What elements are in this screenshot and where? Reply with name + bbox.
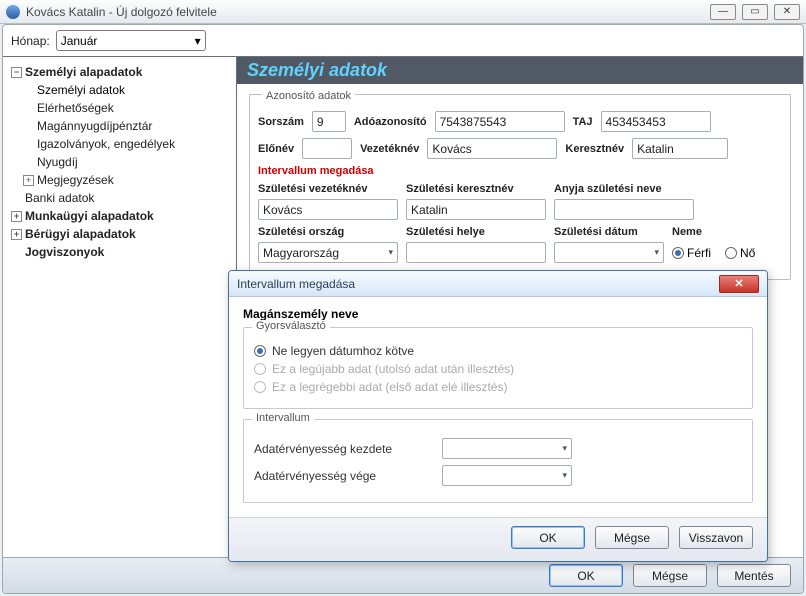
sorszam-field[interactable]: 9 [312,111,346,132]
expand-icon[interactable]: + [23,175,34,186]
keresztnev-field[interactable]: Katalin [632,138,728,159]
szul-datum-field[interactable]: ▾ [554,242,664,263]
keresztnev-label: Keresztnév [565,143,624,155]
chevron-down-icon: ▾ [654,247,659,258]
szul-datum-label: Születési dátum [554,226,664,238]
neme-label: Neme [672,226,722,238]
anyja-neve-field[interactable] [554,199,694,220]
main-cancel-button[interactable]: Mégse [633,564,707,587]
szul-orszag-label: Születési ország [258,226,398,238]
neme-no-radio[interactable]: Nő [725,246,755,260]
elonev-field[interactable] [302,138,352,159]
vege-label: Adatérvényesség vége [254,469,434,483]
gyorsvalaszto-group: Gyorsválasztó Ne legyen dátumhoz kötve E… [243,327,753,409]
elonev-label: Előnév [258,143,294,155]
dialog-close-button[interactable]: ✕ [719,275,759,293]
szul-keresztnev-field[interactable]: Katalin [406,199,546,220]
tree-item-szemelyi-adatok[interactable]: Személyi adatok [7,81,232,99]
tree-node-jogviszonyok[interactable]: Jogviszonyok [7,243,232,261]
chevron-down-icon: ▾ [562,443,567,454]
window-maximize-button[interactable]: ▭ [742,4,768,20]
window-minimize-button[interactable]: — [710,4,736,20]
radio-dot-icon [254,363,266,375]
group-legend: Gyorsválasztó [252,320,330,332]
kezdete-label: Adatérvényesség kezdete [254,442,434,456]
expand-icon[interactable]: + [11,211,22,222]
dialog-cancel-button[interactable]: Mégse [595,526,669,549]
nav-tree: −Személyi alapadatok Személyi adatok Elé… [3,57,237,593]
section-header: Személyi adatok [237,57,803,84]
window-close-button[interactable]: ✕ [774,4,800,20]
neme-ferfi-radio[interactable]: Férfi [672,246,711,260]
szul-vezeteknev-field[interactable]: Kovács [258,199,398,220]
expand-icon[interactable]: + [11,229,22,240]
radio-dot-icon [254,381,266,393]
szul-helye-label: Születési helye [406,226,546,238]
tree-item-nyugdij[interactable]: Nyugdíj [7,153,232,171]
tree-node-berugyi[interactable]: +Bérügyi alapadatok [7,225,232,243]
radio-dot-icon [254,345,266,357]
tree-item-igazolvanyok[interactable]: Igazolványok, engedélyek [7,135,232,153]
chevron-down-icon: ▾ [562,470,567,481]
radio-dot-icon [672,247,684,259]
main-ok-button[interactable]: OK [549,564,623,587]
month-select-value: Január [61,34,98,48]
collapse-icon[interactable]: − [11,67,22,78]
intervallum-dialog: Intervallum megadása ✕ Magánszemély neve… [228,270,768,562]
group-legend: Intervallum [252,412,314,424]
vezeteknev-field[interactable]: Kovács [427,138,557,159]
vezeteknev-label: Vezetéknév [360,143,419,155]
dialog-title: Intervallum megadása [237,277,355,291]
vege-field[interactable]: ▾ [442,465,572,486]
azonosito-adatok-group: Azonosító adatok Sorszám 9 Adóazonosító … [249,94,791,280]
option-newest: Ez a legújabb adat (utolsó adat után ill… [254,362,742,376]
adoazonosito-label: Adóazonosító [354,116,427,128]
szul-keresztnev-label: Születési keresztnév [406,183,546,195]
dialog-ok-button[interactable]: OK [511,526,585,549]
chevron-down-icon: ▾ [388,247,393,258]
dialog-button-bar: OK Mégse Visszavon [229,517,767,561]
tree-item-magannyugdij[interactable]: Magánnyugdíjpénztár [7,117,232,135]
group-legend: Azonosító adatok [262,90,355,102]
taj-label: TAJ [573,116,593,128]
tree-item-megjegyzesek[interactable]: +Megjegyzések [7,171,232,189]
window-titlebar: Kovács Katalin - Új dolgozó felvitele — … [0,0,806,24]
sorszam-label: Sorszám [258,116,304,128]
adoazonosito-field[interactable]: 7543875543 [435,111,565,132]
intervallum-group: Intervallum Adatérvényesség kezdete ▾ Ad… [243,419,753,503]
month-select[interactable]: Január ▾ [56,30,206,51]
main-save-button[interactable]: Mentés [717,564,791,587]
dialog-heading: Magánszemély neve [243,307,753,321]
chevron-down-icon: ▾ [195,34,201,48]
tree-node-szemelyi-alapadatok[interactable]: −Személyi alapadatok [7,63,232,81]
dialog-titlebar: Intervallum megadása ✕ [229,271,767,297]
option-oldest: Ez a legrégebbi adat (első adat elé ille… [254,380,742,394]
month-label: Hónap: [11,34,50,48]
dialog-undo-button[interactable]: Visszavon [679,526,753,549]
tree-node-munkaugyi[interactable]: +Munkaügyi alapadatok [7,207,232,225]
tree-item-banki-adatok[interactable]: Banki adatok [7,189,232,207]
app-icon [6,5,20,19]
szul-helye-field[interactable] [406,242,546,263]
intervallum-link[interactable]: Intervallum megadása [258,165,782,177]
szul-vezeteknev-label: Születési vezetéknév [258,183,398,195]
kezdete-field[interactable]: ▾ [442,438,572,459]
radio-dot-icon [725,247,737,259]
tree-item-elerhetosegek[interactable]: Elérhetőségek [7,99,232,117]
main-button-bar: OK Mégse Mentés [3,557,803,593]
szul-orszag-select[interactable]: Magyarország▾ [258,242,398,263]
option-no-date[interactable]: Ne legyen dátumhoz kötve [254,344,742,358]
anyja-neve-label: Anyja születési neve [554,183,694,195]
window-title: Kovács Katalin - Új dolgozó felvitele [26,5,217,19]
taj-field[interactable]: 453453453 [601,111,711,132]
